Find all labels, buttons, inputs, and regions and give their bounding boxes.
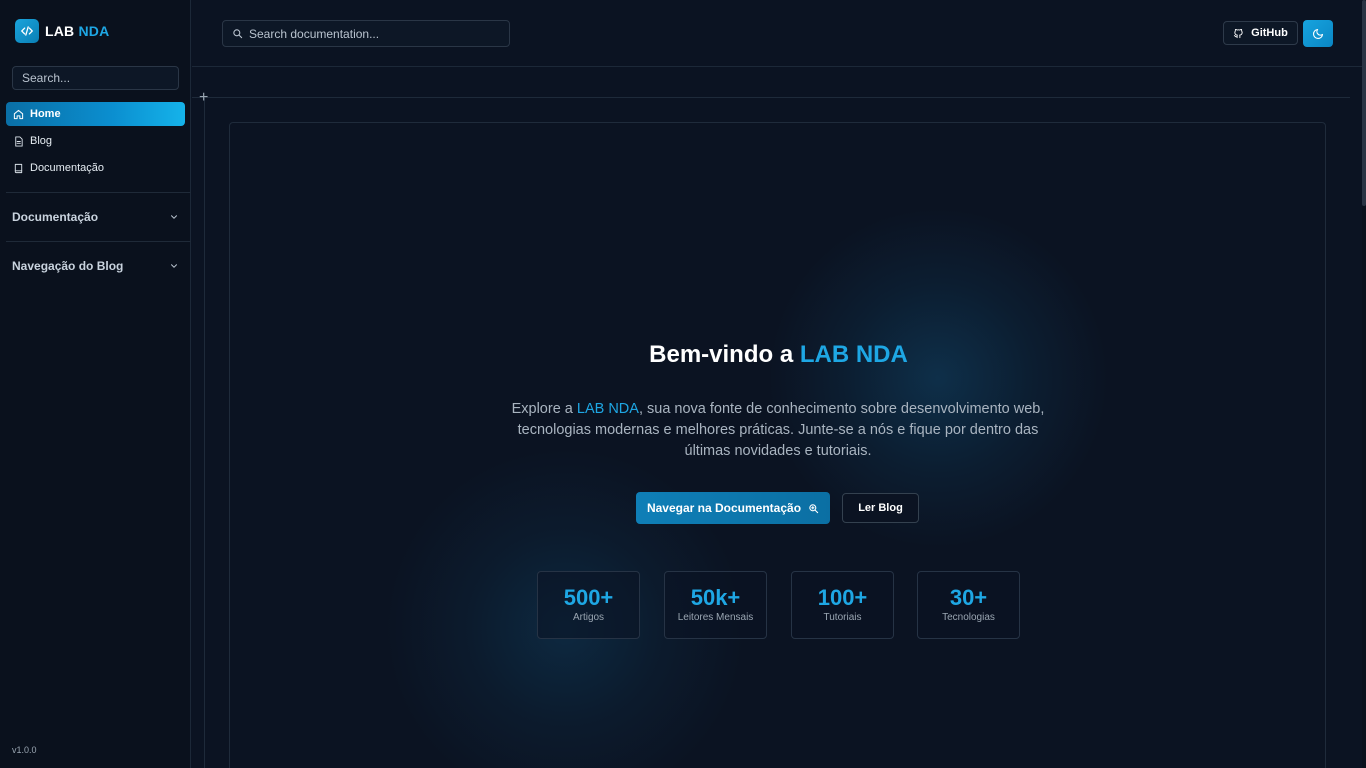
theme-toggle-button[interactable] — [1303, 20, 1333, 47]
sidebar-nav: Home Blog Documentação — [6, 102, 185, 183]
page-scrollbar[interactable] — [1362, 0, 1366, 768]
stat-label: Tutoriais — [823, 612, 862, 623]
github-icon — [1234, 28, 1243, 38]
read-blog-button[interactable]: Ler Blog — [842, 493, 919, 523]
hero-card: Bem-vindo a LAB NDA Explore a LAB NDA, s… — [229, 122, 1326, 768]
hero-link[interactable]: LAB NDA — [577, 401, 639, 417]
search-input[interactable]: Search documentation... — [222, 20, 510, 47]
button-label: Navegar na Documentação — [646, 501, 802, 515]
brand-name: LAB NDA — [45, 23, 110, 39]
document-icon — [15, 135, 23, 147]
stat-card: 500+ Artigos — [537, 571, 640, 639]
stat-card: 50k+ Leitores Mensais — [664, 571, 767, 639]
section-documentacao[interactable]: Documentação — [12, 207, 179, 227]
brand[interactable]: LAB NDA — [15, 19, 109, 43]
divider — [6, 192, 191, 193]
section-label: Documentação — [12, 210, 99, 224]
github-button[interactable]: GitHub — [1223, 21, 1298, 45]
book-icon — [14, 163, 23, 173]
code-icon — [15, 19, 39, 43]
sidebar-search-input[interactable]: Search... — [12, 66, 179, 90]
sidebar-item-label: Blog — [30, 135, 53, 147]
github-label: GitHub — [1251, 27, 1288, 39]
section-label: Navegação do Blog — [12, 259, 124, 273]
home-icon — [13, 109, 24, 119]
stat-value: 100+ — [817, 585, 868, 610]
moon-icon — [1312, 28, 1324, 39]
stat-value: 500+ — [563, 585, 614, 610]
frame-line — [192, 97, 1350, 98]
topbar: Search documentation... GitHub — [192, 0, 1362, 67]
section-navegacao-blog[interactable]: Navegação do Blog — [12, 256, 179, 276]
search-icon — [233, 29, 243, 39]
stat-value: 50k+ — [690, 585, 741, 610]
stat-label: Artigos — [572, 612, 605, 623]
browse-docs-button[interactable]: Navegar na Documentação — [636, 492, 830, 524]
version-label: v1.0.0 — [12, 745, 37, 755]
stat-card: 30+ Tecnologias — [917, 571, 1020, 639]
stat-card: 100+ Tutoriais — [791, 571, 894, 639]
sidebar-item-home[interactable]: Home — [6, 102, 185, 126]
plus-icon: + — [199, 89, 209, 106]
sidebar-item-blog[interactable]: Blog — [6, 129, 185, 153]
sidebar: LAB NDA Search... Home Blog Documentação… — [0, 0, 191, 768]
chevron-down-icon — [171, 264, 177, 268]
sidebar-item-documentacao[interactable]: Documentação — [6, 156, 185, 180]
stat-value: 30+ — [949, 585, 988, 610]
chevron-down-icon — [171, 215, 177, 219]
page-title: Bem-vindo a LAB NDA — [649, 341, 908, 368]
frame-line — [204, 97, 205, 768]
divider — [6, 241, 191, 242]
sidebar-item-label: Documentação — [30, 162, 104, 174]
search-icon — [809, 503, 819, 513]
hero-description: Explore a LAB NDA, sua nova fonte de con… — [511, 401, 1045, 459]
stat-label: Leitores Mensais — [677, 612, 754, 623]
scrollbar-thumb[interactable] — [1362, 0, 1366, 206]
search-placeholder: Search documentation... — [249, 26, 380, 41]
stat-label: Tecnologias — [942, 612, 995, 623]
sidebar-item-label: Home — [30, 108, 61, 120]
